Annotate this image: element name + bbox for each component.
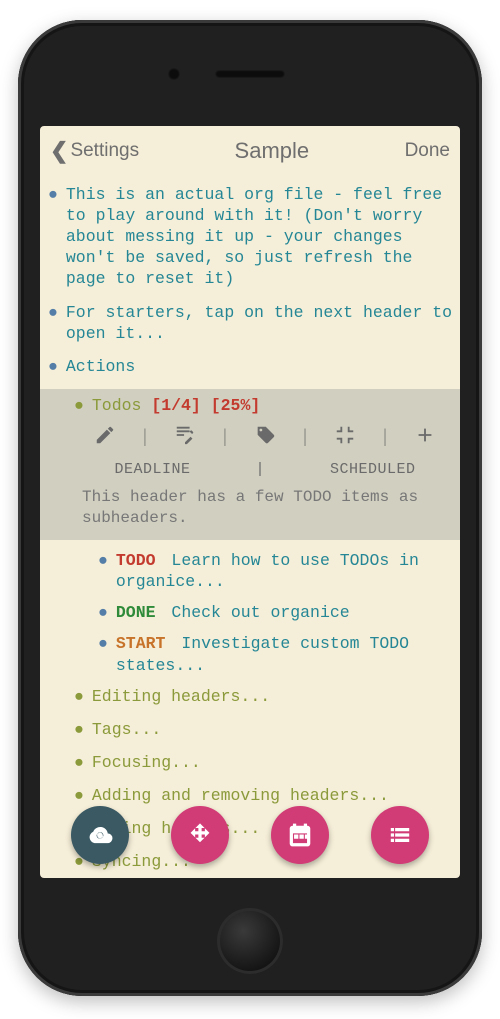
header-text: For starters, tap on the next header to …: [66, 302, 454, 344]
subheader-text: Tags...: [92, 719, 161, 740]
todo-keyword[interactable]: START: [116, 634, 166, 653]
pencil-icon: [94, 424, 116, 446]
todo-row[interactable]: ● DONE Check out organice: [46, 602, 454, 623]
edit-note-icon: [174, 424, 196, 446]
header-text: Actions: [66, 356, 135, 377]
phone-camera: [168, 68, 180, 80]
subheader-row[interactable]: ● Todos [1/4] [25%]: [46, 395, 454, 416]
phone-speaker: [215, 70, 285, 78]
todo-keyword[interactable]: TODO: [116, 551, 156, 570]
edit-title-button[interactable]: [94, 424, 116, 454]
calendar-icon: [287, 822, 313, 848]
header-text: This is an actual org file - feel free t…: [66, 184, 454, 290]
bullet-icon: ●: [48, 356, 58, 377]
todo-text: Check out organice: [171, 603, 349, 622]
focus-button[interactable]: [334, 424, 356, 454]
edit-description-button[interactable]: [174, 424, 196, 454]
separator: |: [300, 427, 311, 450]
separator: |: [139, 427, 150, 450]
schedule-row: DEADLINE | SCHEDULED: [46, 458, 454, 485]
bullet-icon: ●: [74, 395, 84, 416]
header-row[interactable]: ● For starters, tap on the next header t…: [46, 302, 454, 344]
todo-keyword[interactable]: DONE: [116, 603, 156, 622]
header-row[interactable]: ● Actions: [46, 356, 454, 377]
subheader-row[interactable]: ● Adding and removing headers...: [46, 785, 454, 806]
separator: |: [220, 427, 231, 450]
bullet-icon: ●: [74, 785, 84, 806]
todo-row[interactable]: ● START Investigate custom TODO states..…: [46, 633, 454, 675]
list-icon: [387, 822, 413, 848]
org-content: ● This is an actual org file - feel free…: [40, 176, 460, 878]
bullet-icon: ●: [74, 752, 84, 773]
subheader-row[interactable]: ● Tags...: [46, 719, 454, 740]
sync-fab[interactable]: [71, 806, 129, 864]
header-body-text: This header has a few TODO items as subh…: [46, 485, 454, 530]
home-button[interactable]: [217, 908, 283, 974]
todo-text: Learn how to use TODOs in organice...: [116, 551, 419, 591]
bullet-icon: ●: [74, 686, 84, 707]
cloud-sync-icon: [87, 822, 113, 848]
compress-icon: [334, 424, 356, 446]
tags-button[interactable]: [254, 424, 276, 454]
navbar: ❮ Settings Sample Done: [40, 126, 460, 176]
bullet-icon: ●: [98, 602, 108, 623]
todo-stat-percent: [25%]: [211, 396, 261, 415]
separator: |: [255, 460, 265, 479]
subheader-text: Adding and removing headers...: [92, 785, 389, 806]
todo-row[interactable]: ● TODO Learn how to use TODOs in organic…: [46, 550, 454, 592]
agenda-fab[interactable]: [271, 806, 329, 864]
bullet-icon: ●: [98, 550, 108, 571]
list-fab[interactable]: [371, 806, 429, 864]
header-row[interactable]: ● This is an actual org file - feel free…: [46, 184, 454, 290]
phone-frame: ❮ Settings Sample Done ● This is an actu…: [18, 20, 482, 996]
plus-icon: [414, 424, 436, 446]
app-screen: ❮ Settings Sample Done ● This is an actu…: [40, 126, 460, 878]
page-title: Sample: [235, 138, 310, 164]
bullet-icon: ●: [98, 633, 108, 654]
selected-header-block: ● Todos [1/4] [25%] |: [40, 389, 460, 540]
move-fab[interactable]: [171, 806, 229, 864]
scheduled-button[interactable]: SCHEDULED: [330, 460, 416, 479]
bullet-icon: ●: [48, 184, 58, 205]
subheader-text: Editing headers...: [92, 686, 270, 707]
back-label: Settings: [70, 140, 139, 162]
arrows-move-icon: [187, 822, 213, 848]
header-toolbar: | | | |: [46, 416, 454, 458]
back-button[interactable]: ❮ Settings: [50, 138, 139, 164]
subheader-row[interactable]: ● Focusing...: [46, 752, 454, 773]
bullet-icon: ●: [48, 302, 58, 323]
done-button[interactable]: Done: [405, 140, 450, 162]
subheader-row[interactable]: ● Editing headers...: [46, 686, 454, 707]
subheader-text: Focusing...: [92, 752, 201, 773]
subheader-text: Todos: [92, 396, 151, 415]
separator: |: [380, 427, 391, 450]
bullet-icon: ●: [74, 719, 84, 740]
deadline-button[interactable]: DEADLINE: [114, 460, 190, 479]
add-header-button[interactable]: [414, 424, 436, 454]
todo-stat-fraction: [1/4]: [151, 396, 201, 415]
tags-icon: [254, 424, 276, 446]
chevron-left-icon: ❮: [50, 138, 68, 164]
